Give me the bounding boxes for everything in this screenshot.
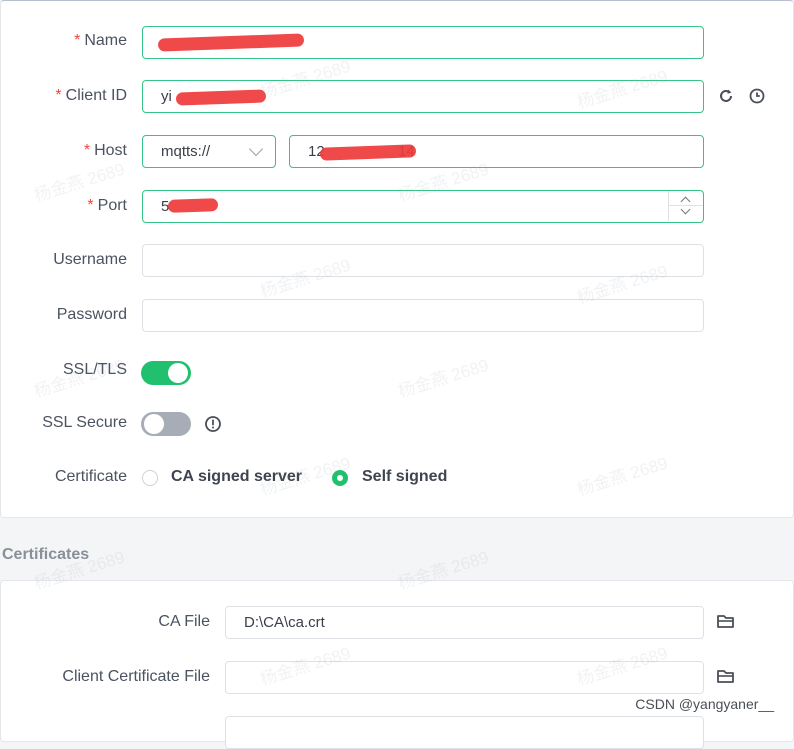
chevron-down-icon [248, 141, 264, 157]
port-stepper[interactable] [668, 191, 703, 221]
username-label: Username [53, 251, 127, 268]
client-cert-label: Client Certificate File [62, 668, 210, 685]
radio-ca-signed[interactable] [142, 470, 158, 486]
required-asterisk: * [55, 87, 62, 104]
ssl-tls-toggle[interactable] [141, 361, 191, 385]
next-file-input[interactable] [225, 716, 704, 749]
redaction-mark [167, 198, 219, 213]
client-id-label: * Client ID [55, 87, 127, 104]
ssl-secure-toggle[interactable] [141, 412, 191, 436]
ssl-tls-label: SSL/TLS [62, 361, 127, 378]
radio-ca-signed-label[interactable]: CA signed server [171, 468, 302, 486]
password-label: Password [56, 306, 127, 323]
chevron-down-icon[interactable] [680, 204, 691, 215]
client-id-value: yi [161, 88, 172, 105]
refresh-icon[interactable] [717, 87, 735, 105]
protocol-value: mqtts:// [161, 143, 211, 160]
username-input[interactable] [142, 244, 704, 277]
ca-file-value: D:\CA\ca.crt [244, 614, 325, 631]
toggle-knob [168, 363, 188, 383]
port-input[interactable]: 5 [142, 190, 704, 223]
ca-file-label: CA File [158, 613, 210, 630]
password-input[interactable] [142, 299, 704, 332]
csdn-credit: CSDN @yangyaner__ [633, 696, 776, 712]
info-icon[interactable] [204, 415, 222, 433]
host-label: * Host [83, 142, 127, 159]
required-asterisk: * [87, 197, 94, 214]
certificates-section-title: Certificates [2, 546, 90, 563]
protocol-select[interactable]: mqtts:// [142, 135, 276, 168]
name-label: * Name [74, 32, 127, 49]
folder-icon[interactable] [716, 668, 736, 685]
client-cert-input[interactable] [225, 661, 704, 694]
radio-self-signed-label[interactable]: Self signed [362, 468, 447, 486]
ssl-secure-label: SSL Secure [42, 414, 127, 431]
clock-icon[interactable] [748, 87, 766, 105]
certificate-label: Certificate [54, 468, 127, 485]
folder-icon[interactable] [716, 613, 736, 630]
port-label: * Port [87, 197, 127, 214]
radio-self-signed[interactable] [332, 470, 348, 486]
required-asterisk: * [74, 32, 81, 49]
ca-file-input[interactable]: D:\CA\ca.crt [225, 606, 704, 639]
toggle-knob [144, 414, 164, 434]
required-asterisk: * [83, 142, 91, 159]
